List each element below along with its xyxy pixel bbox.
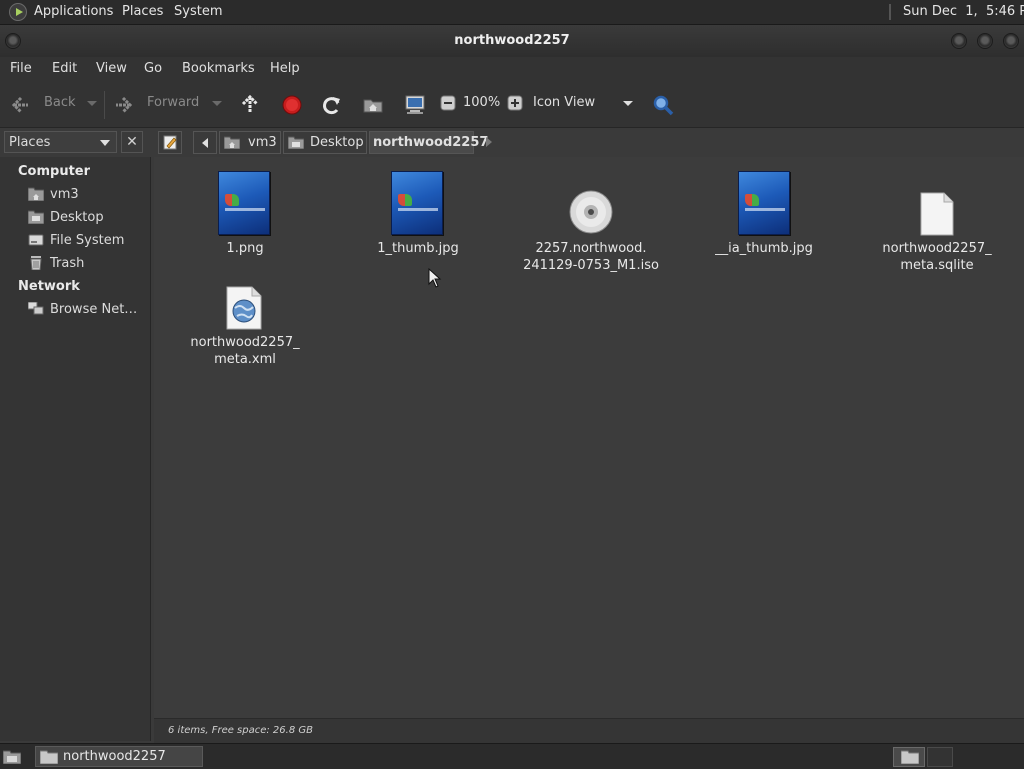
xp-cover-image-icon[interactable] [738, 171, 790, 235]
desktop-folder-icon [288, 136, 304, 149]
sidebar-section-network: Network [18, 279, 80, 294]
home-folder-icon [224, 136, 240, 149]
edit-location-icon [163, 135, 177, 150]
web-document-icon[interactable] [226, 286, 262, 330]
close-icon[interactable] [1003, 33, 1019, 49]
mouse-cursor-icon [428, 268, 442, 288]
breadcrumb-label: vm3 [248, 135, 277, 150]
up-arrow-icon[interactable] [240, 94, 260, 114]
forward-history-dropdown-icon[interactable] [211, 97, 223, 109]
taskbar-window-label: northwood2257 [63, 749, 166, 764]
back-history-dropdown-icon[interactable] [86, 97, 98, 109]
search-icon[interactable] [652, 94, 674, 116]
sidebar-item-vm3[interactable]: vm3 [50, 187, 79, 202]
breadcrumb-northwood2257[interactable]: northwood2257 [369, 131, 488, 154]
folder-icon [40, 750, 58, 764]
close-sidebar-button[interactable]: ✕ [121, 131, 143, 153]
file-label-sqlite-line2[interactable]: meta.sqlite [862, 257, 1012, 274]
menu-view[interactable]: View [96, 61, 127, 76]
view-mode-select[interactable]: Icon View [533, 95, 595, 110]
home-folder-icon[interactable] [363, 95, 383, 115]
menubar: File Edit View Go Bookmarks Help [0, 57, 1024, 83]
sidebar-pane-label: Places [9, 135, 51, 150]
file-label-iso-line1[interactable]: 2257.northwood. [516, 240, 666, 257]
cd-disc-icon[interactable] [569, 190, 613, 234]
zoom-out-icon[interactable] [440, 95, 456, 111]
blank-document-icon[interactable] [920, 192, 954, 236]
sidebar-item-desktop[interactable]: Desktop [50, 210, 104, 225]
bottom-panel: northwood2257 [0, 743, 1024, 769]
workspace-switcher[interactable] [893, 747, 925, 767]
menu-go[interactable]: Go [144, 61, 162, 76]
forward-button[interactable]: Forward [147, 95, 199, 110]
view-mode-dropdown-icon[interactable] [622, 97, 634, 109]
file-label-xml-line1[interactable]: northwood2257_ [170, 334, 320, 351]
xp-cover-image-icon[interactable] [218, 171, 270, 235]
status-text: 6 items, Free space: 26.8 GB [168, 725, 313, 736]
sidebar-item-browse-network[interactable]: Browse Net… [50, 302, 137, 317]
breadcrumb-label: northwood2257 [373, 135, 489, 150]
drive-icon [28, 234, 44, 246]
stop-icon[interactable] [282, 95, 302, 115]
zoom-in-icon[interactable] [507, 95, 523, 111]
menu-bookmarks[interactable]: Bookmarks [182, 61, 255, 76]
file-label-xml-line2[interactable]: meta.xml [170, 351, 320, 368]
computer-icon[interactable] [404, 94, 426, 116]
file-label-iso-line2[interactable]: 241129-0753_M1.iso [516, 257, 666, 274]
places-menu[interactable]: Places [122, 4, 163, 19]
show-desktop-icon[interactable] [3, 749, 21, 764]
system-menu[interactable]: System [174, 4, 222, 19]
top-panel: Applications Places System Sun Dec 1, 5:… [0, 0, 1024, 25]
workspace-2[interactable] [927, 747, 953, 767]
breadcrumb-desktop[interactable]: Desktop [283, 131, 367, 154]
breadcrumb-label: Desktop [310, 135, 364, 150]
forward-arrow-icon[interactable] [114, 95, 134, 115]
breadcrumb-vm3[interactable]: vm3 [219, 131, 281, 154]
network-icon [28, 302, 44, 315]
minimize-icon[interactable] [951, 33, 967, 49]
breadcrumb-scroll-left-button[interactable] [193, 131, 217, 154]
toggle-location-entry-button[interactable] [158, 131, 182, 154]
window-title: northwood2257 [454, 33, 570, 48]
xp-cover-image-icon[interactable] [391, 171, 443, 235]
chevron-right-icon[interactable] [485, 137, 493, 147]
home-folder-icon [28, 187, 44, 201]
menu-help[interactable]: Help [270, 61, 300, 76]
file-icon-view[interactable]: 1.png 1_thumb.jpg 2257.northwood. 241129… [154, 157, 1024, 718]
taskbar-window-button[interactable]: northwood2257 [35, 746, 203, 767]
applications-menu[interactable]: Applications [34, 4, 113, 19]
workspace-folder-icon [901, 750, 919, 764]
toolbar-separator [104, 91, 105, 119]
clock[interactable]: Sun Dec 1, 5:46 PM [903, 4, 1024, 19]
chevron-left-icon [202, 138, 208, 148]
window-titlebar[interactable]: northwood2257 [0, 25, 1024, 57]
back-arrow-icon[interactable] [10, 95, 30, 115]
menu-file[interactable]: File [10, 61, 32, 76]
sidebar-section-computer: Computer [18, 164, 91, 179]
sidebar-item-trash[interactable]: Trash [50, 256, 84, 271]
toolbar: Back Forward 100% Icon View [0, 83, 1024, 128]
trash-icon [30, 256, 42, 270]
chevron-down-icon [100, 140, 110, 146]
file-label-ia-thumb-jpg[interactable]: __ia_thumb.jpg [689, 240, 839, 257]
maximize-icon[interactable] [977, 33, 993, 49]
zoom-level[interactable]: 100% [463, 95, 500, 110]
file-label-1-thumb-jpg[interactable]: 1_thumb.jpg [343, 240, 493, 257]
reload-icon[interactable] [322, 95, 342, 115]
menu-edit[interactable]: Edit [52, 61, 77, 76]
desktop-folder-icon [28, 210, 44, 224]
file-label-sqlite-line1[interactable]: northwood2257_ [862, 240, 1012, 257]
status-bar: 6 items, Free space: 26.8 GB [154, 718, 1024, 743]
sidebar-item-file-system[interactable]: File System [50, 233, 124, 248]
sidebar-pane-selector[interactable]: Places [4, 131, 117, 153]
panel-separator [889, 4, 891, 20]
file-label-1-png[interactable]: 1.png [170, 240, 320, 257]
sidebar: Computer vm3 Desktop File System Trash N… [0, 157, 151, 741]
menu-logo-icon[interactable] [9, 3, 27, 21]
back-button[interactable]: Back [44, 95, 76, 110]
